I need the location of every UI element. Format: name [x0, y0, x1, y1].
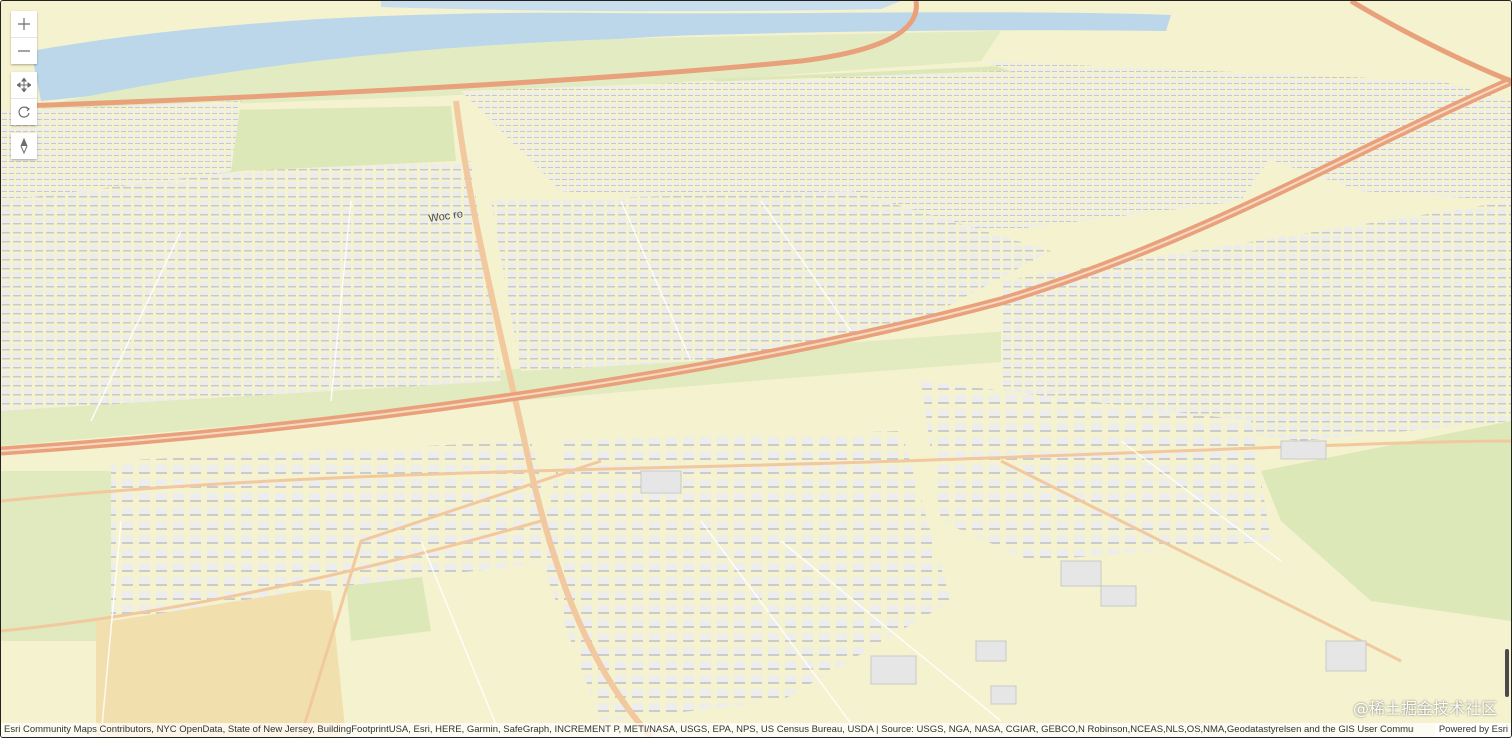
scrollbar[interactable] — [1505, 649, 1509, 697]
map-tools — [11, 11, 37, 159]
zoom-in-button[interactable] — [11, 11, 37, 38]
map-view[interactable]: Woc ro @稀土掘金技术社区 Esri Community Maps Con… — [0, 0, 1512, 738]
watermark: @稀土掘金技术社区 — [1352, 699, 1497, 718]
compass-button[interactable] — [11, 133, 37, 159]
plus-icon — [18, 18, 30, 30]
compass-icon — [20, 138, 28, 154]
powered-by-esri[interactable]: Powered by Esri — [1434, 723, 1508, 737]
navigation-toggle — [11, 72, 37, 125]
minus-icon — [18, 50, 30, 52]
zoom-control — [11, 11, 37, 64]
rotate-button[interactable] — [11, 99, 37, 125]
compass-control — [11, 133, 37, 159]
map-scene[interactable]: Woc ro — [1, 1, 1511, 737]
pan-button[interactable] — [11, 72, 37, 99]
rotate-icon — [18, 106, 30, 118]
attribution-text: Esri Community Maps Contributors, NYC Op… — [4, 724, 1414, 735]
blocks-mid-west — [1, 161, 501, 411]
zoom-out-button[interactable] — [11, 38, 37, 64]
attribution-bar[interactable]: Esri Community Maps Contributors, NYC Op… — [1, 723, 1511, 737]
move-icon — [17, 78, 31, 92]
